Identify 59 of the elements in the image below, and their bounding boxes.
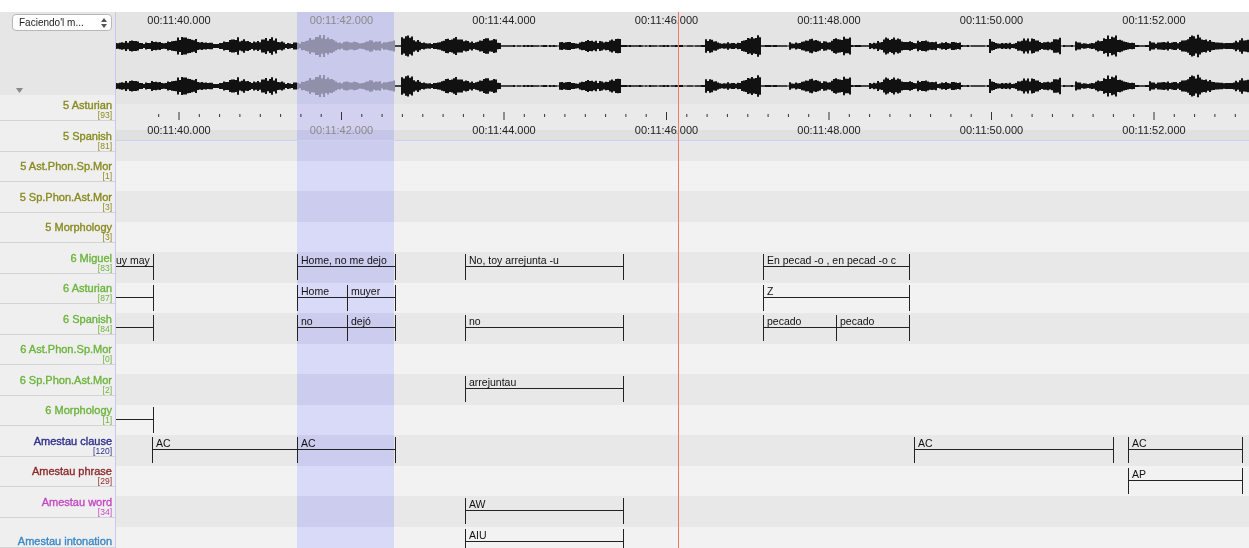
time-label: 00:11:50.000 [959, 124, 1024, 136]
annotation-count: [29] [97, 477, 112, 486]
tier-name[interactable]: 5 Spanish [63, 130, 112, 142]
annotation[interactable]: uy may [116, 254, 154, 280]
annotation[interactable] [116, 406, 154, 433]
annotation-count: [81] [97, 141, 112, 151]
time-label: 00:11:40.000 [147, 124, 211, 136]
annotation-count: [1] [102, 416, 112, 425]
stepper-icon [101, 17, 107, 28]
annotation[interactable]: AW [465, 498, 624, 524]
annotation-count: [34] [97, 507, 112, 517]
time-label: 00:11:48.000 [797, 14, 861, 26]
annotation[interactable]: Home, no me dejo [297, 254, 396, 280]
annotation[interactable]: AC [152, 437, 298, 463]
annotation-count: [87] [97, 294, 112, 303]
annotation-count: [120] [93, 446, 112, 456]
annotation-count: [1] [102, 172, 112, 181]
annotation[interactable]: muyer [347, 284, 396, 311]
annotation[interactable]: no [297, 315, 348, 341]
annotation[interactable]: pecado [836, 315, 910, 341]
annotation[interactable]: no [465, 315, 624, 341]
time-label: 00:11:52.000 [1122, 124, 1186, 136]
annotation[interactable]: AC [1128, 437, 1243, 463]
time-label: 00:11:40.000 [147, 14, 211, 26]
annotation[interactable]: En pecad -o , en pecad -o c [763, 254, 910, 280]
annotation-count: [2] [102, 385, 112, 395]
annotation[interactable]: arrejuntau [465, 376, 624, 402]
annotation[interactable]: AC [297, 437, 396, 463]
annotation[interactable]: No, toy arrejunta -u [465, 254, 624, 280]
tier-name[interactable]: 5 Sp.Phon.Ast.Mor [19, 191, 112, 203]
annotation-count: [83] [97, 263, 112, 273]
annotation[interactable]: AP [1128, 467, 1243, 494]
time-label: 00:11:44.000 [472, 124, 536, 136]
annotation-count: [93] [97, 111, 112, 120]
annotation[interactable] [116, 284, 154, 311]
tier-name[interactable]: Amestau phrase [31, 466, 112, 477]
dropdown-triangle-icon[interactable] [16, 88, 23, 93]
tier-name[interactable]: Amestau clause [33, 435, 112, 447]
time-label: 00:11:48.000 [797, 124, 861, 136]
annotation[interactable]: AIU [465, 528, 624, 548]
tier-name[interactable]: 5 Morphology [45, 222, 112, 233]
annotation-count: [3] [102, 233, 112, 242]
annotation-count: [3] [102, 202, 112, 212]
annotation-count: [84] [97, 324, 112, 334]
time-label: 00:11:50.000 [959, 14, 1024, 26]
annotation[interactable]: Z [763, 284, 910, 311]
time-label: 00:11:44.000 [472, 14, 536, 26]
annotation-count: [0] [102, 355, 112, 364]
annotation[interactable] [116, 315, 154, 341]
time-label: 00:11:52.000 [1122, 14, 1186, 26]
annotation[interactable]: pecado [763, 315, 837, 341]
time-label: 00:11:42.000 [309, 14, 374, 26]
time-label: 00:11:42.000 [309, 124, 374, 136]
tier-dropdown[interactable]: Faciendo'l m... [12, 14, 112, 31]
annotation[interactable]: dejó [347, 315, 396, 341]
annotation[interactable]: AC [914, 437, 1114, 463]
tier-name[interactable]: Amestau word [41, 496, 112, 508]
tier-name[interactable]: 5 Ast.Phon.Sp.Mor [20, 161, 112, 172]
tier-name[interactable]: 5 Asturian [63, 100, 112, 111]
